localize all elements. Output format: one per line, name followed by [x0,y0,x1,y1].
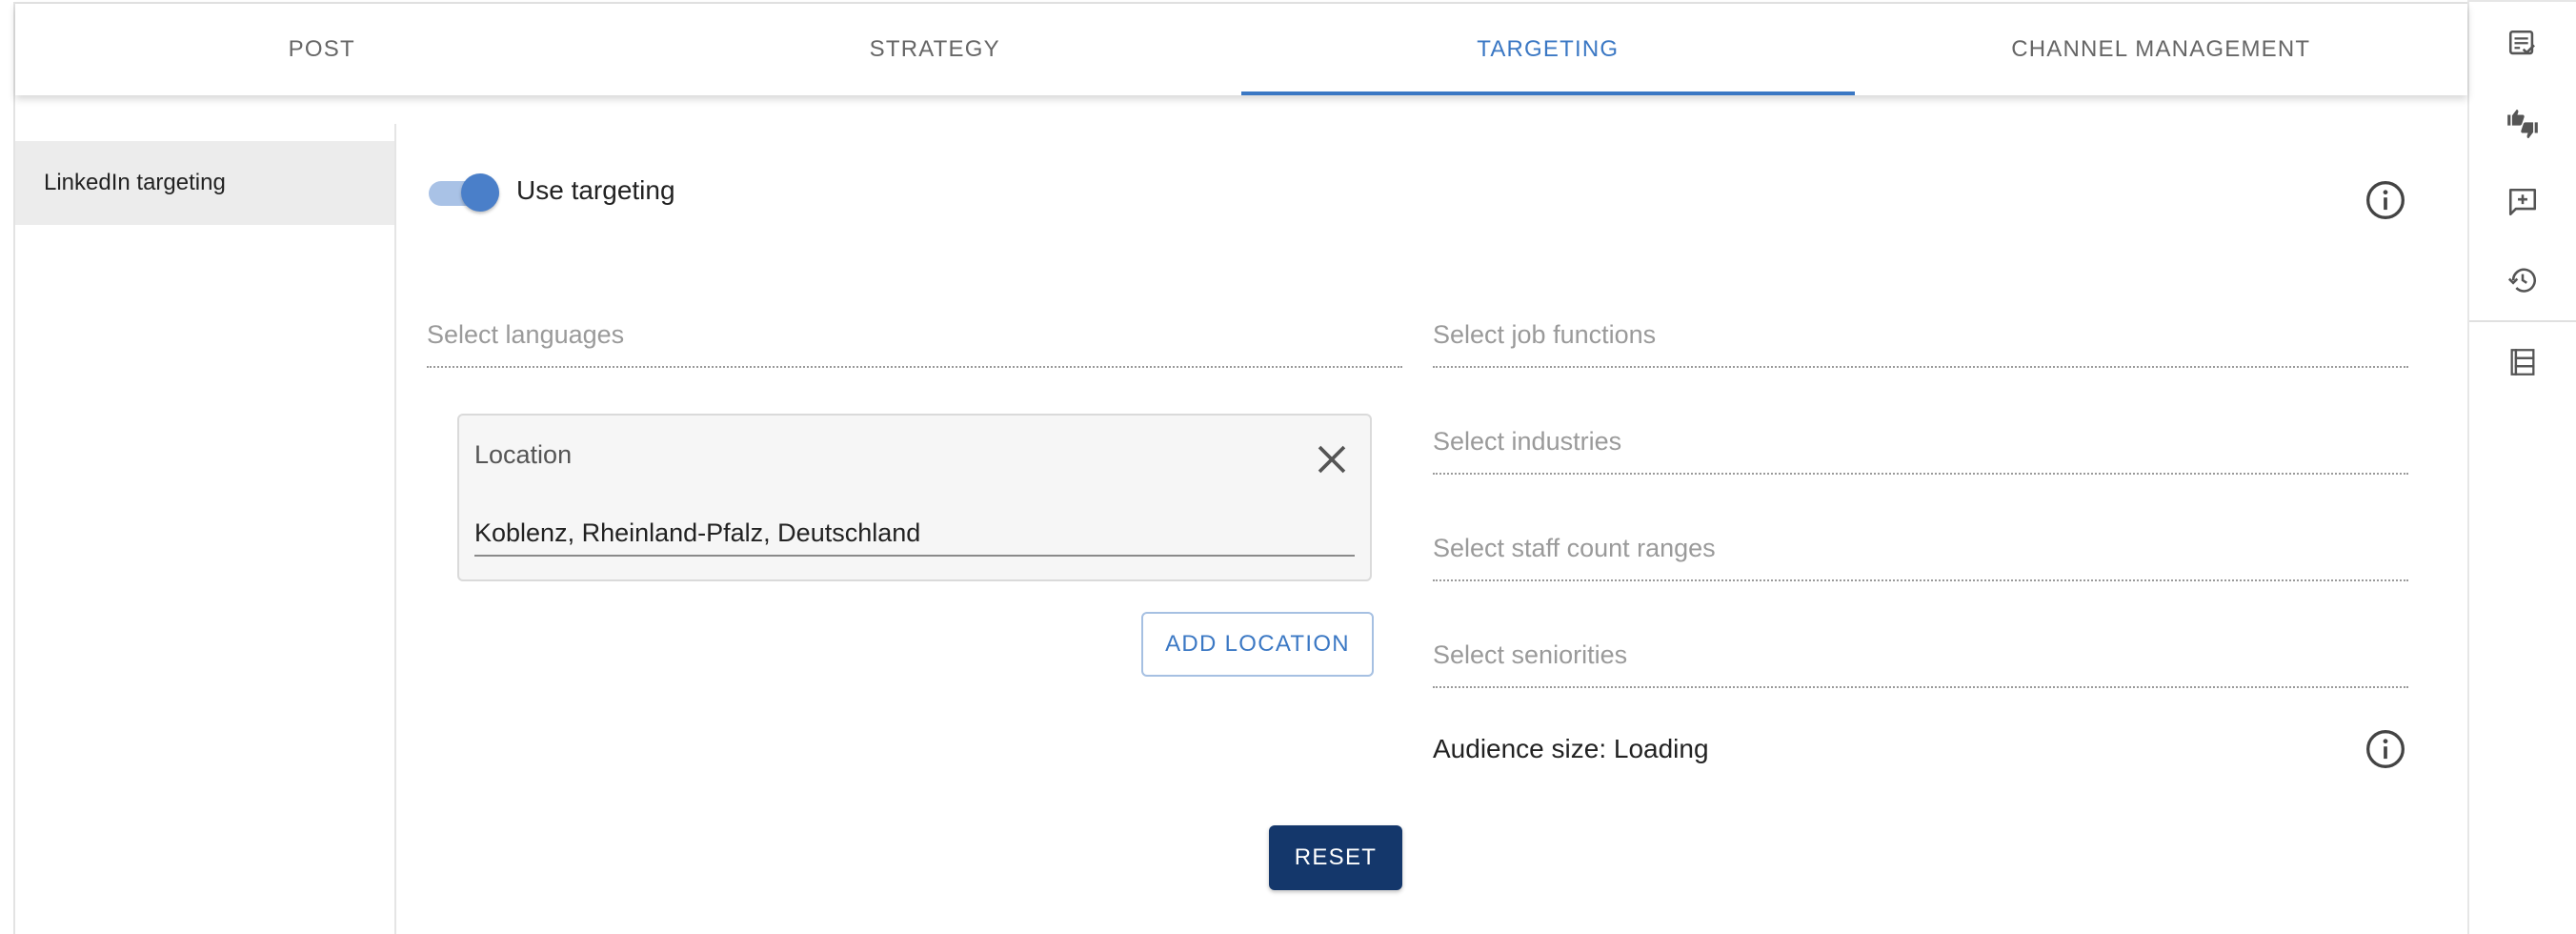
seniorities-placeholder: Select seniorities [1433,640,1628,669]
feedback-button[interactable] [2469,95,2576,152]
location-card: Location [457,414,1372,581]
staff-count-placeholder: Select staff count ranges [1433,534,1716,562]
location-label: Location [474,440,573,469]
tab-bar: POST STRATEGY TARGETING CHANNEL MANAGEME… [15,4,2467,95]
tab-post[interactable]: POST [15,4,629,95]
rail-divider [2469,320,2576,322]
history-button[interactable] [2469,252,2576,309]
add-comment-icon [2508,188,2537,216]
languages-placeholder: Select languages [427,320,625,349]
location-input[interactable] [474,511,1355,557]
seniorities-select[interactable]: Select seniorities [1433,640,2408,688]
tab-channel-management[interactable]: CHANNEL MANAGEMENT [1855,4,2468,95]
checklist-icon [2508,30,2535,55]
tab-targeting[interactable]: TARGETING [1241,4,1855,95]
info-icon[interactable] [2365,179,2406,221]
checklist-button[interactable] [2469,15,2576,72]
use-targeting-toggle[interactable] [429,172,501,213]
use-targeting-label: Use targeting [516,175,675,205]
list-view-button[interactable] [2469,334,2576,391]
left-nav: LinkedIn targeting [15,124,396,934]
tab-strategy[interactable]: STRATEGY [629,4,1242,95]
industries-placeholder: Select industries [1433,427,1622,456]
job-functions-select[interactable]: Select job functions [1433,320,2408,368]
audience-size: Audience size: Loading [1433,734,1709,763]
add-comment-button[interactable] [2469,173,2576,231]
staff-count-select[interactable]: Select staff count ranges [1433,534,2408,581]
toggle-thumb [461,173,499,212]
sidebar-item-linkedin-targeting[interactable]: LinkedIn targeting [15,141,394,225]
audience-info-icon[interactable] [2365,728,2406,770]
languages-select[interactable]: Select languages [427,320,1402,368]
sidebar-item-label: LinkedIn targeting [44,170,226,195]
list-view-icon [2510,349,2535,376]
right-rail [2467,0,2576,934]
add-location-button[interactable]: ADD LOCATION [1141,612,1374,677]
thumbs-up-down-icon [2507,109,2538,139]
reset-button[interactable]: RESET [1269,825,1402,890]
industries-select[interactable]: Select industries [1433,427,2408,475]
job-functions-placeholder: Select job functions [1433,320,1657,349]
history-icon [2507,268,2537,293]
close-icon[interactable] [1313,440,1351,478]
